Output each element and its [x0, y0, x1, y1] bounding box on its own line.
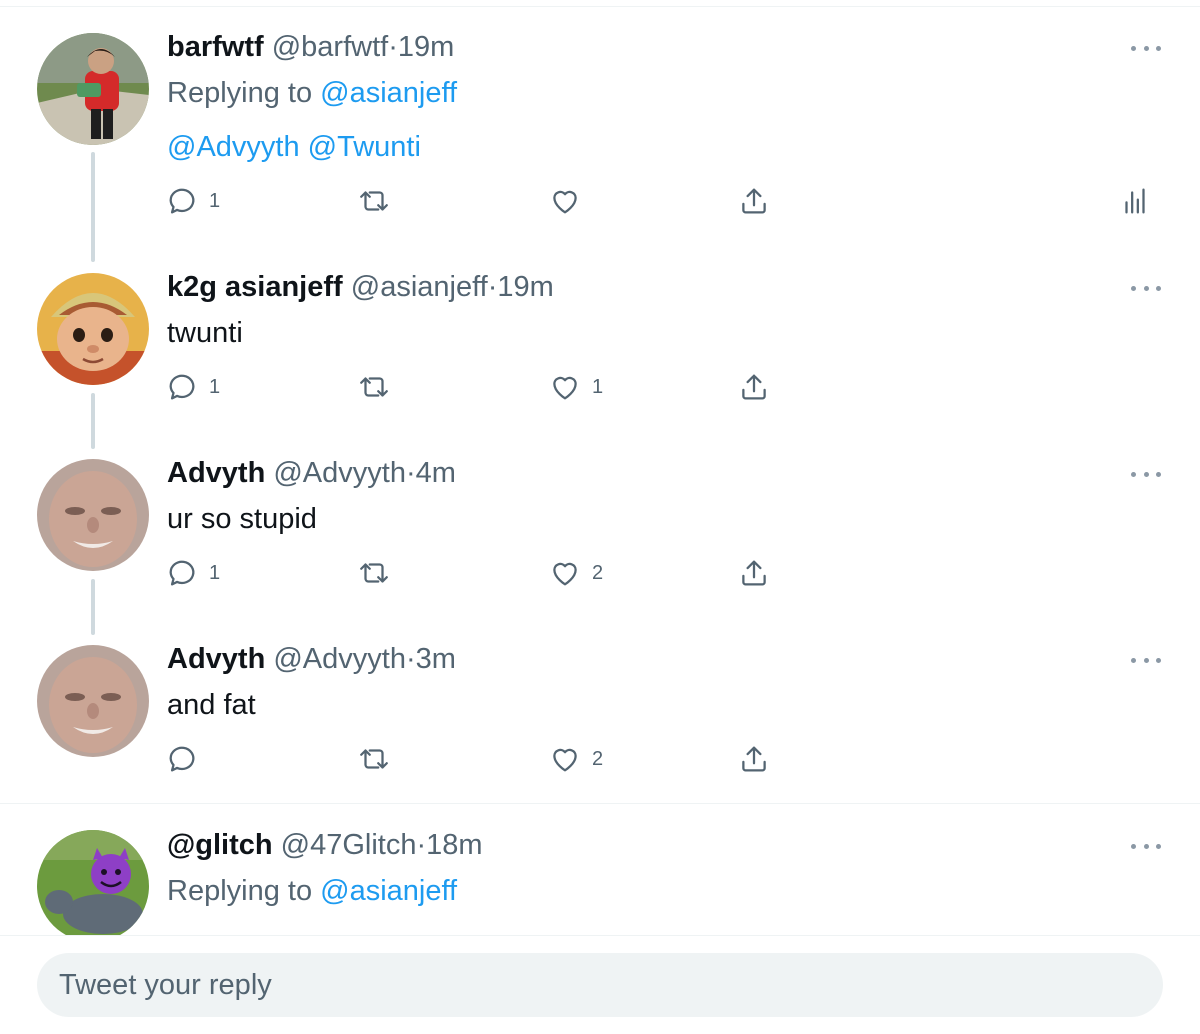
share-icon: [742, 746, 766, 772]
more-icon[interactable]: [1131, 654, 1161, 666]
like-count: 2: [592, 747, 604, 770]
display-name[interactable]: Advyth: [167, 457, 265, 489]
like-button[interactable]: 2: [548, 556, 603, 590]
reply-button[interactable]: 1: [165, 184, 220, 218]
timestamp[interactable]: 4m: [416, 457, 456, 489]
dot-separator: ·: [487, 271, 498, 303]
dot-separator: ·: [416, 829, 427, 861]
reply-icon: [169, 560, 195, 586]
like-button[interactable]: 2: [548, 742, 603, 776]
reply-composer: [0, 935, 1200, 1034]
share-button[interactable]: [737, 370, 771, 404]
mention-link[interactable]: @Twunti: [308, 131, 421, 163]
share-button[interactable]: [737, 742, 771, 776]
reply-count: 1: [209, 189, 221, 212]
retweet-icon: [360, 749, 388, 769]
more-icon[interactable]: [1131, 282, 1161, 294]
replying-prefix: Replying to: [167, 875, 313, 907]
like-button[interactable]: [548, 184, 592, 218]
reply-count: 1: [209, 375, 221, 398]
share-icon: [742, 560, 766, 586]
like-count: 2: [592, 561, 604, 584]
timestamp[interactable]: 18m: [426, 829, 482, 861]
replying-to-link[interactable]: @asianjeff: [320, 77, 457, 109]
tweet-text: @Advyyth @Twunti: [167, 129, 421, 165]
replying-to-link[interactable]: @asianjeff: [320, 875, 457, 907]
retweet-icon: [360, 563, 388, 583]
tweet-actions: 1: [0, 184, 1200, 218]
handle[interactable]: @Advyyth: [273, 457, 406, 489]
avatar[interactable]: [37, 273, 149, 385]
handle[interactable]: @Advyyth: [273, 643, 406, 675]
tweet-actions: 2: [0, 742, 1200, 776]
retweet-button[interactable]: [357, 556, 401, 590]
more-icon[interactable]: [1131, 42, 1161, 54]
tweet-text: and fat: [167, 689, 256, 721]
like-icon: [553, 562, 577, 586]
dot-separator: ·: [405, 457, 416, 489]
analytics-button[interactable]: [1118, 184, 1152, 218]
reply-count: 1: [209, 561, 221, 584]
thread-divider: [0, 803, 1200, 804]
reply-input[interactable]: [37, 953, 1163, 1017]
tweet-actions: 1 1: [0, 370, 1200, 404]
avatar[interactable]: [37, 830, 149, 935]
timestamp[interactable]: 19m: [497, 271, 553, 303]
handle[interactable]: @asianjeff: [351, 271, 488, 303]
retweet-button[interactable]: [357, 742, 401, 776]
avatar[interactable]: [37, 33, 149, 145]
more-icon[interactable]: [1131, 840, 1161, 852]
like-button[interactable]: 1: [548, 370, 603, 404]
reply-button[interactable]: 1: [165, 370, 220, 404]
like-icon: [553, 190, 577, 214]
dot-separator: ·: [388, 31, 398, 63]
like-icon: [553, 748, 577, 772]
tweet-text: twunti: [167, 317, 243, 349]
share-button[interactable]: [737, 184, 771, 218]
replying-to: Replying to @asianjeff: [167, 75, 457, 111]
display-name[interactable]: @glitch: [167, 829, 273, 861]
tweet-header: Advyth @Advyyth·3m: [167, 641, 456, 677]
tweet-header: k2g asianjeff @asianjeff·19m: [167, 269, 554, 305]
reply-button[interactable]: 1: [165, 556, 220, 590]
display-name[interactable]: Advyth: [167, 643, 265, 675]
tweet-header: Advyth @Advyyth·4m: [167, 455, 456, 491]
display-name[interactable]: k2g asianjeff: [167, 271, 343, 303]
more-icon[interactable]: [1131, 468, 1161, 480]
timestamp[interactable]: 3m: [416, 643, 456, 675]
retweet-icon: [360, 377, 388, 397]
share-icon: [742, 188, 766, 214]
retweet-button[interactable]: [357, 184, 401, 218]
reply-icon: [169, 188, 195, 214]
avatar[interactable]: [37, 459, 149, 571]
like-icon: [553, 376, 577, 400]
retweet-icon: [360, 191, 388, 211]
tweet-header: @glitch @47Glitch·18m: [167, 827, 483, 863]
timestamp[interactable]: 19m: [398, 31, 454, 63]
replying-to: Replying to @asianjeff: [167, 873, 457, 909]
reply-icon: [169, 746, 195, 772]
tweet-actions: 1 2: [0, 556, 1200, 590]
retweet-button[interactable]: [357, 370, 401, 404]
avatar[interactable]: [37, 645, 149, 757]
display-name[interactable]: barfwtf: [167, 31, 264, 63]
share-icon: [742, 374, 766, 400]
tweet-text: ur so stupid: [167, 503, 317, 535]
reply-icon: [169, 374, 195, 400]
reply-button[interactable]: [165, 742, 209, 776]
replying-prefix: Replying to: [167, 77, 313, 109]
timeline: barfwtf @barfwtf·19m Replying to @asianj…: [0, 0, 1200, 935]
share-button[interactable]: [737, 556, 771, 590]
handle[interactable]: @barfwtf: [272, 31, 388, 63]
handle[interactable]: @47Glitch: [281, 829, 417, 861]
like-count: 1: [592, 375, 604, 398]
dot-separator: ·: [405, 643, 416, 675]
analytics-icon: [1125, 188, 1145, 214]
tweet-header: barfwtf @barfwtf·19m: [167, 29, 454, 65]
mention-link[interactable]: @Advyyth: [167, 131, 300, 163]
